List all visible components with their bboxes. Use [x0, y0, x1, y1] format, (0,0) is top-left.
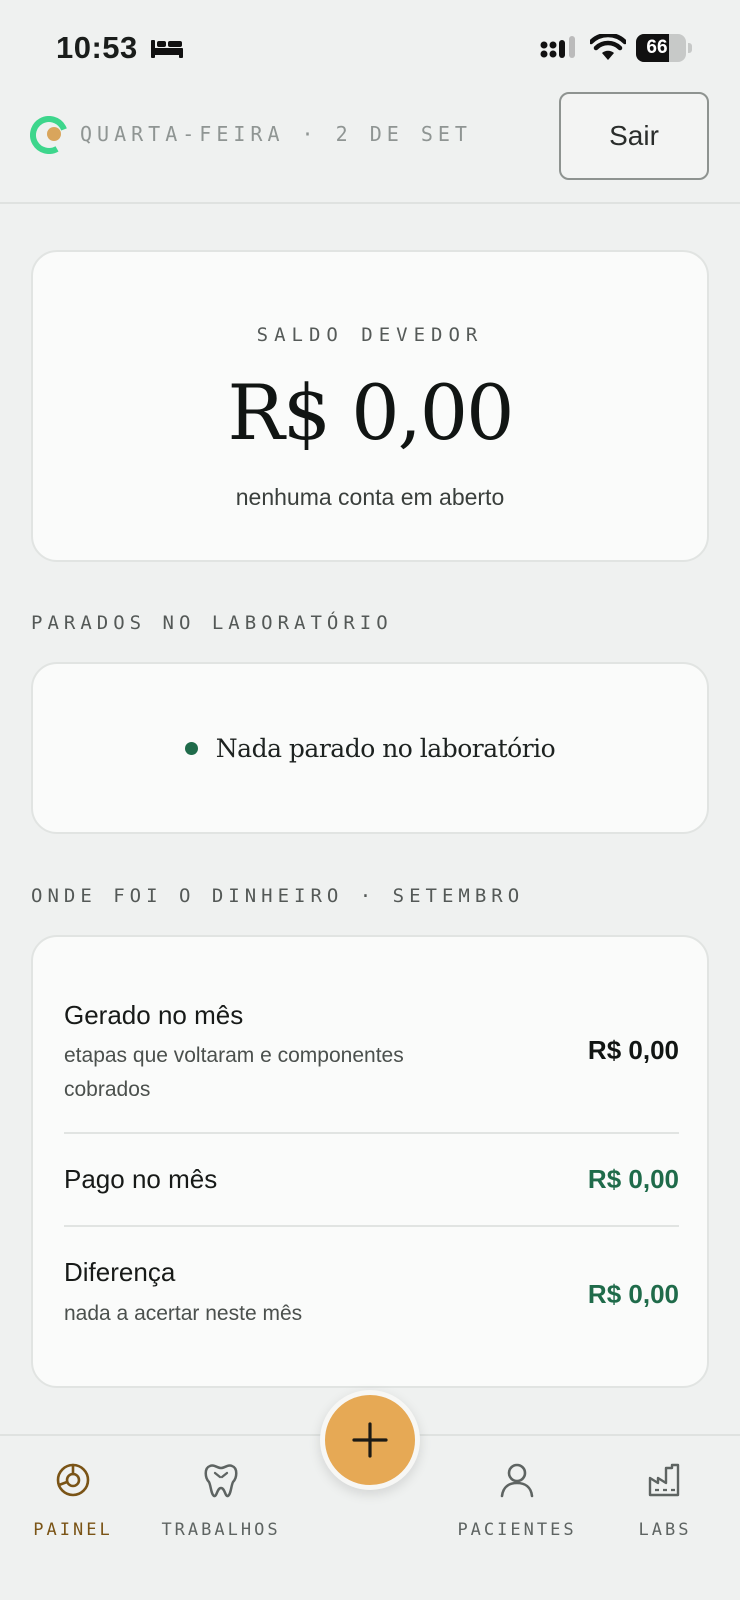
add-button[interactable]: [320, 1390, 420, 1490]
app-logo-icon: [30, 116, 68, 154]
money-card: Gerado no mês etapas que voltaram e comp…: [31, 935, 709, 1388]
wifi-icon: [590, 34, 626, 60]
row-value: R$ 0,00: [587, 1035, 679, 1065]
balance-label: SALDO DEVEDOR: [256, 324, 484, 346]
nav-label: TRABALHOS: [161, 1520, 281, 1540]
row-description: nada a acertar neste mês: [64, 1302, 303, 1325]
row-value: R$ 0,00: [587, 1164, 679, 1194]
app-header: QUARTA-FEIRA · 2 DE SET Sair: [0, 88, 740, 204]
row-label: Diferença: [64, 1257, 176, 1287]
balance-subtitle: nenhuma conta em aberto: [235, 484, 505, 510]
nav-item-painel[interactable]: PAINEL: [8, 1436, 138, 1556]
balance-card: SALDO DEVEDOR R$ 0,00 nenhuma conta em a…: [31, 250, 709, 562]
lab-section-title: PARADOS NO LABORATÓRIO: [31, 612, 393, 634]
tooth-icon: [204, 1464, 238, 1498]
plus-icon: [352, 1422, 388, 1458]
money-row-paid: Pago no mês R$ 0,00: [64, 1134, 679, 1227]
nav-label: PACIENTES: [457, 1520, 577, 1540]
nav-label: PAINEL: [33, 1520, 113, 1540]
row-value: R$ 0,00: [587, 1279, 679, 1309]
status-time: 10:53: [56, 30, 138, 65]
logout-button[interactable]: Sair: [559, 92, 709, 180]
status-bar: 10:53 66: [0, 0, 740, 96]
nav-item-labs[interactable]: LABS: [600, 1436, 730, 1556]
nav-item-trabalhos[interactable]: TRABALHOS: [156, 1436, 286, 1556]
balance-amount: R$ 0,00: [227, 368, 515, 457]
battery-indicator: 66: [636, 34, 692, 62]
row-label: Gerado no mês: [64, 1000, 244, 1030]
dashboard-icon: [56, 1463, 90, 1497]
factory-icon: [648, 1463, 680, 1497]
signal-icon: [540, 36, 575, 58]
status-dot: [184, 741, 198, 755]
lab-card: Nada parado no laboratório: [31, 662, 709, 834]
money-row-difference: Diferença nada a acertar neste mês R$ 0,…: [64, 1227, 679, 1387]
person-icon: [500, 1463, 534, 1498]
row-description: etapas que voltaram e componentes cobrad…: [64, 1044, 404, 1101]
row-label: Pago no mês: [64, 1164, 218, 1194]
lab-status-text: Nada parado no laboratório: [215, 733, 556, 763]
money-section-title: ONDE FOI O DINHEIRO · SETEMBRO: [31, 885, 525, 907]
nav-item-pacientes[interactable]: PACIENTES: [452, 1436, 582, 1556]
nav-label: LABS: [638, 1520, 692, 1540]
header-date: QUARTA-FEIRA · 2 DE SET: [80, 122, 472, 146]
bed-icon: [151, 40, 183, 58]
money-row-generated: Gerado no mês etapas que voltaram e comp…: [64, 937, 679, 1134]
battery-percent: 66: [646, 37, 668, 58]
